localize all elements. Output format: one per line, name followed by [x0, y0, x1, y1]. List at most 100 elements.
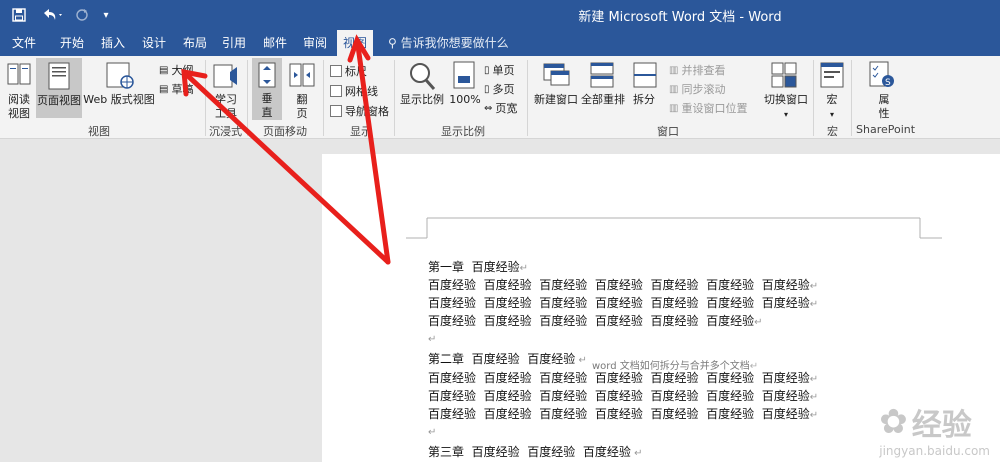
search-icon: ⚲ [388, 36, 397, 50]
sync-scroll-label: 同步滚动 [681, 83, 726, 96]
vertical-button[interactable]: 垂 直 [252, 58, 282, 120]
macros-button[interactable]: 宏 ▾ [818, 93, 846, 122]
body-line: 百度经验 百度经验 百度经验 百度经验 百度经验 百度经验 百度经验↵ [428, 296, 819, 310]
side-to-side-button[interactable]: 翻 页 [288, 93, 316, 121]
tab-layout[interactable]: 布局 [183, 34, 207, 52]
tab-mailings[interactable]: 邮件 [263, 34, 287, 52]
ribbon: 阅读 视图 页面视图 Web 版式视图 ▤ 大纲 ▤ 草稿 视图 学习 工具 沉浸式… [0, 56, 1000, 139]
outline-button[interactable]: ▤ 大纲 [159, 62, 193, 78]
group-show-label: 显示 [350, 125, 372, 138]
tab-review[interactable]: 审阅 [303, 34, 327, 52]
chapter-heading: 第三章 百度经验 百度经验 百度经验 ↵ [428, 445, 643, 459]
arrange-all-icon [590, 62, 614, 92]
page-width-button[interactable]: ⇔ 页宽 [484, 100, 517, 116]
ribbon-tabs: 文件 开始 插入 设计 布局 引用 邮件 审阅 视图 ⚲ 告诉我你想要做什么 [0, 30, 1000, 56]
switch-windows-icon [771, 62, 797, 92]
zoom-100-button[interactable]: 100% [448, 93, 482, 107]
nav-pane-check-box [330, 105, 342, 117]
tab-design[interactable]: 设计 [142, 34, 166, 52]
switch-windows-button[interactable]: 切换窗口 ▾ [761, 93, 811, 122]
divider [851, 60, 852, 136]
group-macros-label: 宏 [827, 125, 838, 138]
one-page-button[interactable]: ▯ 单页 [484, 62, 515, 78]
gridlines-check-box [330, 85, 342, 97]
reset-position-icon: ▥ [669, 102, 679, 114]
ruler-check-box [330, 65, 342, 77]
print-layout-icon [48, 62, 70, 90]
page-width-label: 页宽 [495, 102, 518, 115]
zoom-button[interactable]: 显示比例 [399, 93, 445, 107]
vertical-scroll-icon [258, 62, 276, 88]
one-page-label: 单页 [492, 64, 515, 77]
chapter-heading: 第二章 百度经验 百度经验 ↵ [428, 352, 587, 366]
group-page-movement-label: 页面移动 [263, 125, 307, 138]
watermark-brand: 经验 [911, 408, 972, 443]
watermark-url: jingyan.baidu.com [879, 444, 990, 458]
web-layout-button[interactable]: Web 版式视图 [83, 93, 155, 107]
divider [527, 60, 528, 136]
macros-icon [820, 62, 844, 92]
paragraph-mark: ↵ [428, 334, 437, 345]
tab-insert[interactable]: 插入 [101, 34, 125, 52]
window-title: 新建 Microsoft Word 文档 - Word [578, 10, 782, 25]
gridlines-label: 网格线 [345, 85, 378, 98]
tab-references[interactable]: 引用 [222, 34, 246, 52]
side-by-side-icon: ▥ [669, 64, 679, 76]
tell-me-box[interactable]: ⚲ 告诉我你想要做什么 [388, 34, 509, 52]
sync-scroll-icon: ▥ [669, 83, 679, 95]
group-window-label: 窗口 [657, 125, 679, 138]
one-page-icon: ▯ [484, 64, 490, 76]
group-sharepoint-label: SharePoint [856, 123, 916, 136]
read-mode-icon [7, 62, 31, 92]
nav-pane-label: 导航窗格 [345, 105, 389, 118]
page-width-icon: ⇔ [484, 102, 493, 114]
chapter-heading: 第一章 百度经验↵ [428, 260, 529, 274]
sync-scroll-button[interactable]: ▥ 同步滚动 [669, 81, 725, 97]
zoom-100-icon [453, 61, 475, 93]
arrange-all-button[interactable]: 全部重排 [579, 93, 627, 107]
body-line: 百度经验 百度经验 百度经验 百度经验 百度经验 百度经验↵ [428, 314, 763, 328]
macros-label: 宏 [826, 93, 838, 106]
draft-button[interactable]: ▤ 草稿 [159, 81, 193, 97]
chevron-down-icon: ▾ [829, 110, 834, 119]
properties-icon: S [869, 61, 895, 93]
paragraph-mark: ↵ [428, 427, 437, 438]
divider [247, 60, 248, 136]
multiple-pages-label: 多页 [492, 83, 515, 96]
tab-home[interactable]: 开始 [60, 34, 84, 52]
ruler-label: 标尺 [345, 65, 367, 78]
tab-file[interactable]: 文件 [12, 34, 36, 52]
side-by-side-button[interactable]: ▥ 并排查看 [669, 62, 725, 78]
side-by-side-label: 并排查看 [681, 64, 726, 77]
zoom-icon [408, 61, 436, 95]
split-button[interactable]: 拆分 [628, 93, 660, 107]
draft-icon: ▤ [159, 83, 169, 95]
body-line: 百度经验 百度经验 百度经验 百度经验 百度经验 百度经验 百度经验↵ [428, 371, 819, 385]
properties-button[interactable]: 属 性 [870, 93, 898, 121]
divider [813, 60, 814, 136]
body-line: 百度经验 百度经验 百度经验 百度经验 百度经验 百度经验 百度经验↵ [428, 407, 819, 421]
new-window-button[interactable]: 新建窗口 [532, 93, 580, 107]
divider [205, 60, 206, 136]
tab-view[interactable]: 视图 [337, 30, 374, 56]
learning-tools-button[interactable]: 学习 工具 [210, 93, 242, 121]
switch-windows-label: 切换窗口 [764, 93, 808, 106]
learning-tools-icon [212, 62, 240, 94]
group-views-label: 视图 [88, 125, 110, 138]
side-to-side-icon [289, 62, 315, 92]
reset-position-label: 重设窗口位置 [681, 102, 748, 115]
svg-text:S: S [885, 78, 891, 88]
tell-me-label: 告诉我你想要做什么 [400, 36, 509, 50]
header-border [406, 217, 942, 239]
body-line: 百度经验 百度经验 百度经验 百度经验 百度经验 百度经验 百度经验↵ [428, 389, 819, 403]
group-immersive-label: 沉浸式 [209, 125, 242, 138]
multiple-pages-button[interactable]: ▯ 多页 [484, 81, 515, 97]
nav-pane-checkbox[interactable]: 导航窗格 [330, 103, 389, 119]
read-mode-button[interactable]: 阅读 视图 [4, 93, 34, 121]
chevron-down-icon: ▾ [783, 110, 788, 119]
ruler-checkbox[interactable]: 标尺 [330, 63, 367, 79]
gridlines-checkbox[interactable]: 网格线 [330, 83, 378, 99]
reset-position-button[interactable]: ▥ 重设窗口位置 [669, 100, 747, 116]
divider [323, 60, 324, 136]
print-layout-button[interactable]: 页面视图 [36, 58, 82, 118]
